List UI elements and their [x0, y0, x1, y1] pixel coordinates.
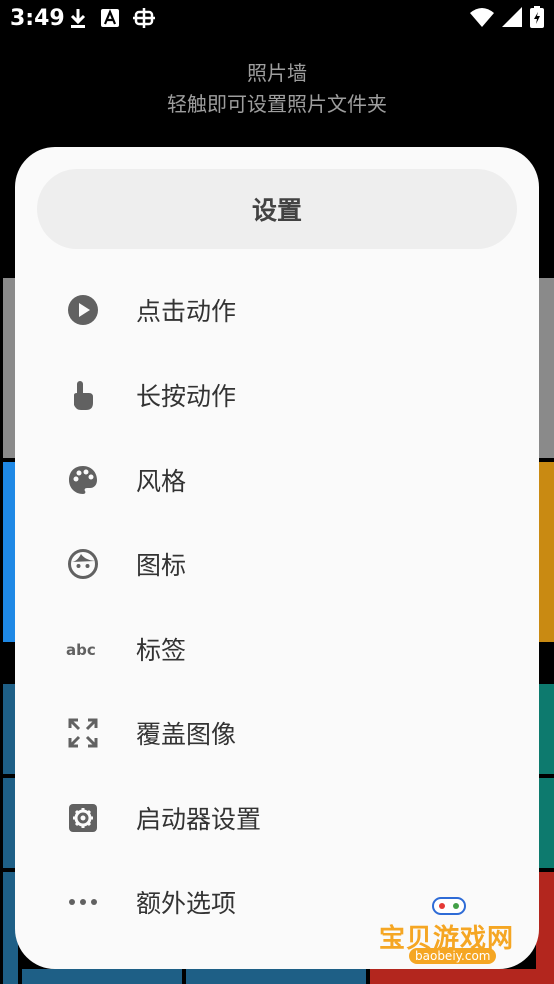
svg-text:abc: abc [66, 641, 96, 659]
settings-title: 设置 [37, 169, 517, 249]
status-bar: 3:49 [0, 0, 554, 40]
touch-hand-icon [65, 377, 101, 413]
more-horizontal-icon [65, 884, 101, 920]
wifi-icon [470, 8, 494, 27]
gear-icon [65, 800, 101, 836]
watermark-logo: 宝贝游戏网 baobeiy.com [373, 890, 529, 970]
menu-item-label[interactable]: abc 标签 [15, 617, 539, 681]
menu-label: 额外选项 [136, 889, 237, 918]
battery-icon [530, 6, 544, 28]
menu-label: 风格 [136, 467, 187, 496]
fullscreen-icon [65, 715, 101, 751]
status-system-icons [470, 6, 544, 28]
app-header[interactable]: 照片墙 轻触即可设置照片文件夹 [0, 58, 554, 120]
settings-sheet: 设置 点击动作 长按动作 风格 图标 abc 标签 覆盖图像 启动器设置 额外选… [15, 147, 539, 969]
download-icon [70, 9, 86, 28]
app-subtitle: 轻触即可设置照片文件夹 [167, 92, 387, 116]
menu-label: 点击动作 [136, 297, 237, 326]
menu-item-launcher-settings[interactable]: 启动器设置 [15, 786, 539, 850]
gamepad-icon [432, 897, 466, 915]
background-tile[interactable] [370, 969, 536, 984]
watermark-url: baobeiy.com [409, 948, 497, 964]
menu-item-overlay-image[interactable]: 覆盖图像 [15, 701, 539, 765]
abc-text-icon: abc [65, 631, 101, 667]
app-title: 照片墙 [247, 61, 307, 85]
menu-label: 覆盖图像 [136, 720, 237, 749]
background-tile[interactable] [186, 969, 366, 984]
menu-label: 长按动作 [136, 382, 237, 411]
face-icon [65, 546, 101, 582]
menu-item-icon[interactable]: 图标 [15, 532, 539, 596]
bug-icon [133, 8, 155, 28]
status-notification-icons [68, 6, 156, 30]
palette-icon [65, 462, 101, 498]
play-circle-icon [65, 292, 101, 328]
menu-item-long-press-action[interactable]: 长按动作 [15, 363, 539, 427]
menu-item-tap-action[interactable]: 点击动作 [15, 278, 539, 342]
signal-icon [502, 7, 522, 27]
menu-label: 图标 [136, 551, 187, 580]
background-tile[interactable] [22, 969, 182, 984]
menu-item-style[interactable]: 风格 [15, 448, 539, 512]
menu-label: 标签 [136, 636, 187, 665]
menu-label: 启动器设置 [136, 805, 262, 834]
a-badge-icon [101, 9, 119, 27]
status-time: 3:49 [10, 6, 65, 31]
